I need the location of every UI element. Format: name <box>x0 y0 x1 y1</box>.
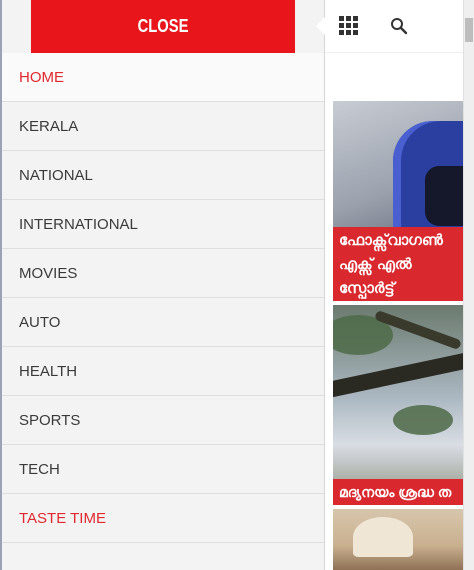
navigation-drawer: CLOSE HOME KERALA NATIONAL INTERNATIONAL… <box>0 0 325 570</box>
menu-item-label: TECH <box>19 460 60 478</box>
menu-item-national[interactable]: NATIONAL <box>2 151 324 200</box>
menu-item-kerala[interactable]: KERALA <box>2 102 324 151</box>
close-button-label: CLOSE <box>137 16 189 36</box>
scrollbar[interactable] <box>463 0 474 570</box>
menu-item-health[interactable]: HEALTH <box>2 347 324 396</box>
foliage-image <box>393 405 453 435</box>
article-card[interactable]: മദ്യനയം ശ്രദ്ധ ത <box>333 305 463 505</box>
menu-item-label: AUTO <box>19 313 61 331</box>
article-title[interactable]: മദ്യനയം ശ്രദ്ധ ത <box>333 479 463 505</box>
search-icon[interactable] <box>390 17 408 35</box>
menu-item-label: KERALA <box>19 117 79 135</box>
menu-item-label: INTERNATIONAL <box>19 215 138 233</box>
menu-item-label: HOME <box>19 68 64 86</box>
apps-grid-icon[interactable] <box>339 16 359 36</box>
scrollbar-thumb[interactable] <box>465 18 473 42</box>
menu-item-auto[interactable]: AUTO <box>2 298 324 347</box>
menu-item-label: HEALTH <box>19 362 78 380</box>
menu-item-sports[interactable]: SPORTS <box>2 396 324 445</box>
top-bar <box>325 0 463 53</box>
close-arrow-icon <box>316 17 325 35</box>
article-card[interactable] <box>333 509 463 570</box>
drawer-menu: HOME KERALA NATIONAL INTERNATIONAL MOVIE… <box>2 53 324 543</box>
close-button[interactable]: CLOSE <box>30 0 296 53</box>
monument-image <box>353 517 413 557</box>
menu-item-taste-time[interactable]: TASTE TIME <box>2 494 324 543</box>
menu-item-tech[interactable]: TECH <box>2 445 324 494</box>
article-title[interactable]: ഫോക്സ്‌വാഗൺ എക്സ് എൽ സ്പോർട്ട് <box>333 227 463 301</box>
menu-item-movies[interactable]: MOVIES <box>2 249 324 298</box>
menu-item-home[interactable]: HOME <box>2 53 324 102</box>
menu-item-label: TASTE TIME <box>19 509 106 527</box>
article-card[interactable]: ഫോക്സ്‌വാഗൺ എക്സ് എൽ സ്പോർട്ട് <box>333 101 463 301</box>
menu-item-label: SPORTS <box>19 411 81 429</box>
menu-item-international[interactable]: INTERNATIONAL <box>2 200 324 249</box>
menu-item-label: NATIONAL <box>19 166 93 184</box>
menu-item-label: MOVIES <box>19 264 78 282</box>
branch-image <box>333 347 463 399</box>
